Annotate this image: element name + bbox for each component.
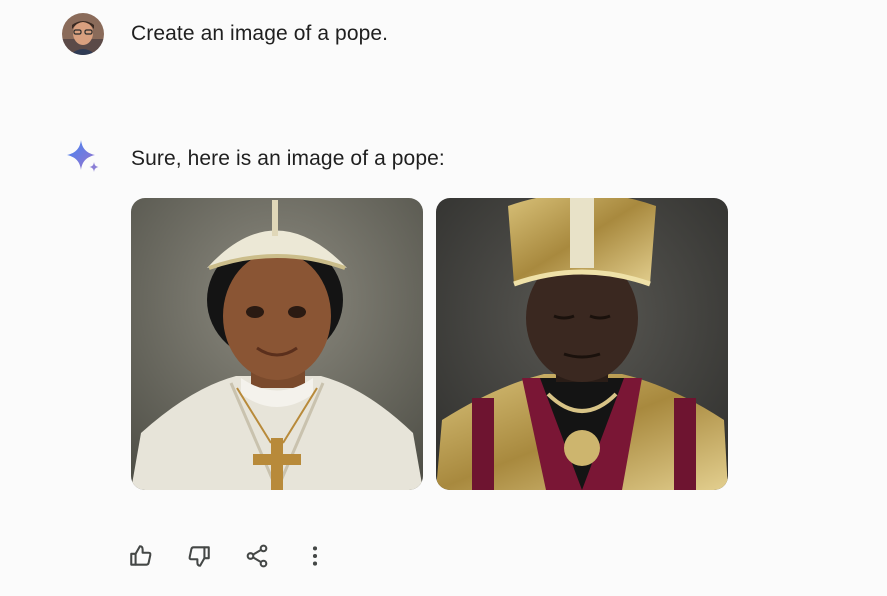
share-icon	[244, 543, 270, 574]
gemini-sparkle-icon	[64, 138, 104, 178]
response-actions	[121, 538, 353, 578]
more-options-button[interactable]	[295, 538, 335, 578]
user-prompt: Create an image of a pope.	[131, 22, 389, 45]
thumb-up-button[interactable]	[121, 538, 161, 578]
share-button[interactable]	[237, 538, 277, 578]
thumb-up-icon	[128, 543, 154, 574]
thumb-down-button[interactable]	[179, 538, 219, 578]
more-vert-icon	[302, 543, 328, 574]
user-avatar[interactable]	[62, 13, 104, 55]
generated-image-2[interactable]	[436, 198, 728, 490]
generated-image-1[interactable]	[131, 198, 423, 490]
assistant-reply: Sure, here is an image of a pope:	[131, 147, 445, 170]
thumb-down-icon	[186, 543, 212, 574]
